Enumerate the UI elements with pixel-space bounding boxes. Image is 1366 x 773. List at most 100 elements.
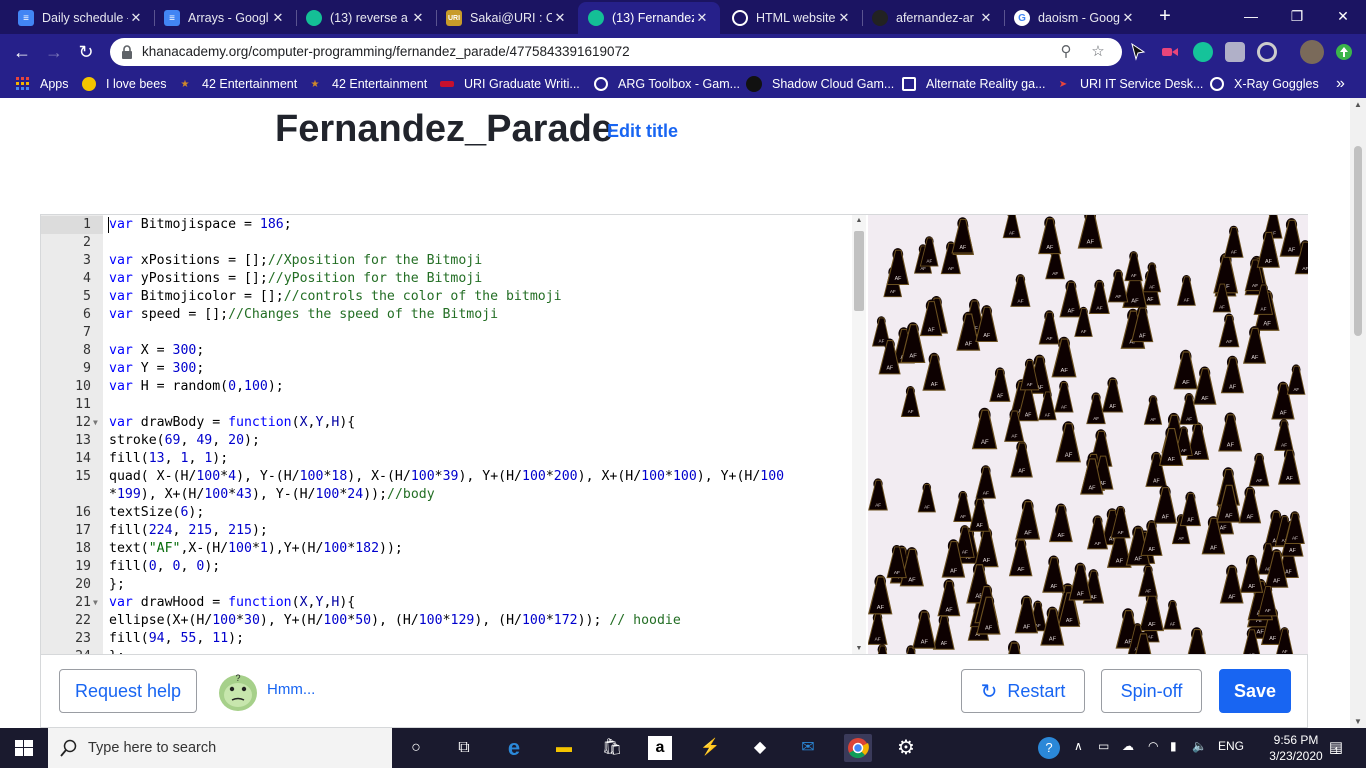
dropbox-icon[interactable]: ◆ (746, 734, 774, 762)
code-line[interactable]: 4 var yPositions = [];//yPosition for the… (41, 270, 853, 288)
program-output-canvas[interactable]: AF AF AF AF AF AF AF AF AF AF AF AF AF AF AF AF AF AF AF AF… (868, 215, 1308, 654)
code-line[interactable]: 7 (41, 324, 853, 342)
browser-tab-active[interactable]: (13) Fernandez ✕ (578, 2, 720, 34)
wifi-icon[interactable]: ◠ (1148, 739, 1158, 753)
video-extension-icon[interactable] (1160, 42, 1180, 62)
cortana-icon[interactable]: ○ (402, 734, 430, 762)
code-line[interactable]: 12 ▼ var drawBody = function(X,Y,H){ (41, 414, 853, 432)
more-bookmarks-icon[interactable]: » (1336, 75, 1345, 92)
tray-expand-icon[interactable]: ∧ (1074, 739, 1083, 753)
bookmark-item[interactable]: I love bees (82, 76, 166, 92)
task-view-icon[interactable]: ⧉ (450, 734, 478, 762)
code-line[interactable]: 6 var speed = [];//Changes the speed of t… (41, 306, 853, 324)
file-explorer-icon[interactable]: ▬ (550, 734, 578, 762)
bookmark-item[interactable]: ★ 42 Entertainment (178, 76, 298, 92)
profile-avatar[interactable] (1300, 40, 1324, 64)
forward-button[interactable]: → (40, 38, 68, 66)
bookmark-item[interactable]: URI Graduate Writi... (440, 76, 580, 92)
bookmark-item[interactable]: ★ 42 Entertainment (308, 76, 428, 92)
start-button[interactable] (0, 728, 48, 768)
settings-gear-icon[interactable]: ⚙ (892, 734, 920, 762)
page-scroll-thumb[interactable] (1354, 146, 1362, 336)
bookmark-item[interactable]: ARG Toolbox - Gam... (594, 76, 740, 92)
close-window-button[interactable]: ✕ (1320, 0, 1366, 34)
close-tab-icon[interactable]: ✕ (410, 10, 426, 26)
browser-tab[interactable]: HTML website ✕ (722, 2, 862, 34)
scroll-down-icon[interactable]: ▼ (1350, 717, 1366, 726)
grammarly-icon[interactable] (1193, 42, 1213, 62)
close-tab-icon[interactable]: ✕ (836, 10, 852, 26)
mail-icon[interactable]: ✉ (794, 734, 822, 762)
code-line[interactable]: 10 var H = random(0,100); (41, 378, 853, 396)
close-tab-icon[interactable]: ✕ (978, 10, 994, 26)
app-icon[interactable]: ⚡ (696, 734, 724, 762)
chrome-taskbar-icon[interactable] (844, 734, 872, 762)
tray-cloud-icon[interactable]: ☁ (1122, 739, 1134, 753)
edit-title-link[interactable]: Edit title (607, 121, 678, 142)
browser-tab[interactable]: afernandez-ar ✕ (862, 2, 1004, 34)
code-line[interactable]: 15 quad( X-(H/100*4), Y-(H/100*18), X-(H/… (41, 468, 853, 486)
fold-toggle-icon[interactable]: ▼ (93, 594, 101, 612)
scroll-up-icon[interactable]: ▲ (1350, 100, 1366, 109)
editor-scroll-thumb[interactable] (854, 231, 864, 311)
code-line[interactable]: 20}; (41, 576, 853, 594)
cursor-extension-icon[interactable] (1128, 42, 1148, 62)
amazon-icon[interactable]: a (648, 736, 672, 760)
code-line[interactable]: *199), X+(H/100*43), Y-(H/100*24));//bod… (41, 486, 853, 504)
help-icon[interactable]: ? (1038, 737, 1060, 759)
code-line[interactable]: 11 (41, 396, 853, 414)
volume-icon[interactable]: 🔈 (1192, 739, 1207, 753)
new-tab-button[interactable]: + (1152, 4, 1178, 30)
code-line[interactable]: 23 fill(94, 55, 11); (41, 630, 853, 648)
code-line[interactable]: 9 var Y = 300; (41, 360, 853, 378)
code-line[interactable]: 21 ▼ var drawHood = function(X,Y,H){ (41, 594, 853, 612)
extension-circle-icon[interactable] (1257, 42, 1277, 62)
save-button[interactable]: Save (1219, 669, 1291, 713)
code-line[interactable]: 17 fill(224, 215, 215); (41, 522, 853, 540)
reload-button[interactable]: ↻ (72, 38, 100, 66)
address-bar[interactable]: khanacademy.org/computer-programming/fer… (110, 38, 1122, 66)
scroll-down-icon[interactable]: ▼ (852, 645, 866, 652)
store-icon[interactable]: 🛍 (598, 734, 626, 762)
close-tab-icon[interactable]: ✕ (128, 10, 144, 26)
back-button[interactable]: ← (8, 38, 36, 66)
browser-tab[interactable]: ≡ Daily schedule - G ✕ (8, 2, 154, 34)
bookmark-item[interactable]: X-Ray Goggles (1210, 76, 1319, 92)
editor-scrollbar[interactable]: ▲ ▼ (852, 215, 866, 654)
code-line[interactable]: 13 stroke(69, 49, 20); (41, 432, 853, 450)
browser-tab[interactable]: URI Sakai@URI : C ✕ (436, 2, 578, 34)
scroll-up-icon[interactable]: ▲ (852, 217, 866, 224)
code-line[interactable]: 14 fill(13, 1, 1); (41, 450, 853, 468)
browser-tab[interactable]: ≡ Arrays - Googl ✕ (154, 2, 296, 34)
zoom-icon[interactable]: ⚲ (1056, 42, 1076, 62)
page-scrollbar[interactable]: ▲ ▼ (1350, 98, 1366, 728)
code-line[interactable]: 22 ellipse(X+(H/100*30), Y+(H/100*50), (H… (41, 612, 853, 630)
close-tab-icon[interactable]: ✕ (552, 10, 568, 26)
close-tab-icon[interactable]: ✕ (1120, 10, 1136, 26)
taskbar-clock[interactable]: 9:56 PM 3/23/2020 (1264, 732, 1328, 764)
language-indicator[interactable]: ENG (1218, 739, 1244, 753)
battery-icon[interactable]: ▮ (1170, 739, 1177, 753)
restart-button[interactable]: ↻ Restart (961, 669, 1085, 713)
spinoff-button[interactable]: Spin-off (1101, 669, 1202, 713)
bookmark-item[interactable]: Shadow Cloud Gam... (746, 76, 894, 92)
browser-tab[interactable]: G daoism - Goog ✕ (1004, 2, 1146, 34)
code-line[interactable]: 1 var Bitmojispace = 186; (41, 216, 853, 234)
close-tab-icon[interactable]: ✕ (694, 10, 710, 26)
close-tab-icon[interactable]: ✕ (270, 10, 286, 26)
bookmark-star-icon[interactable]: ☆ (1088, 42, 1108, 62)
code-line[interactable]: 3 var xPositions = [];//Xposition for the… (41, 252, 853, 270)
taskbar-search-box[interactable]: Type here to search (48, 728, 392, 768)
fold-toggle-icon[interactable]: ▼ (93, 414, 101, 432)
bookmark-item[interactable]: ➤ URI IT Service Desk... (1056, 76, 1204, 92)
bookmark-apps[interactable]: Apps (16, 76, 69, 92)
bookmark-item[interactable]: Alternate Reality ga... (902, 76, 1046, 92)
code-editor[interactable]: 1 var Bitmojispace = 186; 2 3 var xPositions… (41, 215, 853, 654)
code-line[interactable]: 18 text("AF",X-(H/100*1),Y+(H/100*182)); (41, 540, 853, 558)
request-help-button[interactable]: Request help (59, 669, 197, 713)
code-line[interactable]: 19 fill(0, 0, 0); (41, 558, 853, 576)
restore-button[interactable]: ❐ (1274, 0, 1320, 34)
update-arrow-icon[interactable] (1334, 42, 1354, 62)
minimize-button[interactable]: — (1228, 0, 1274, 34)
tray-device-icon[interactable]: ▭ (1098, 739, 1109, 753)
